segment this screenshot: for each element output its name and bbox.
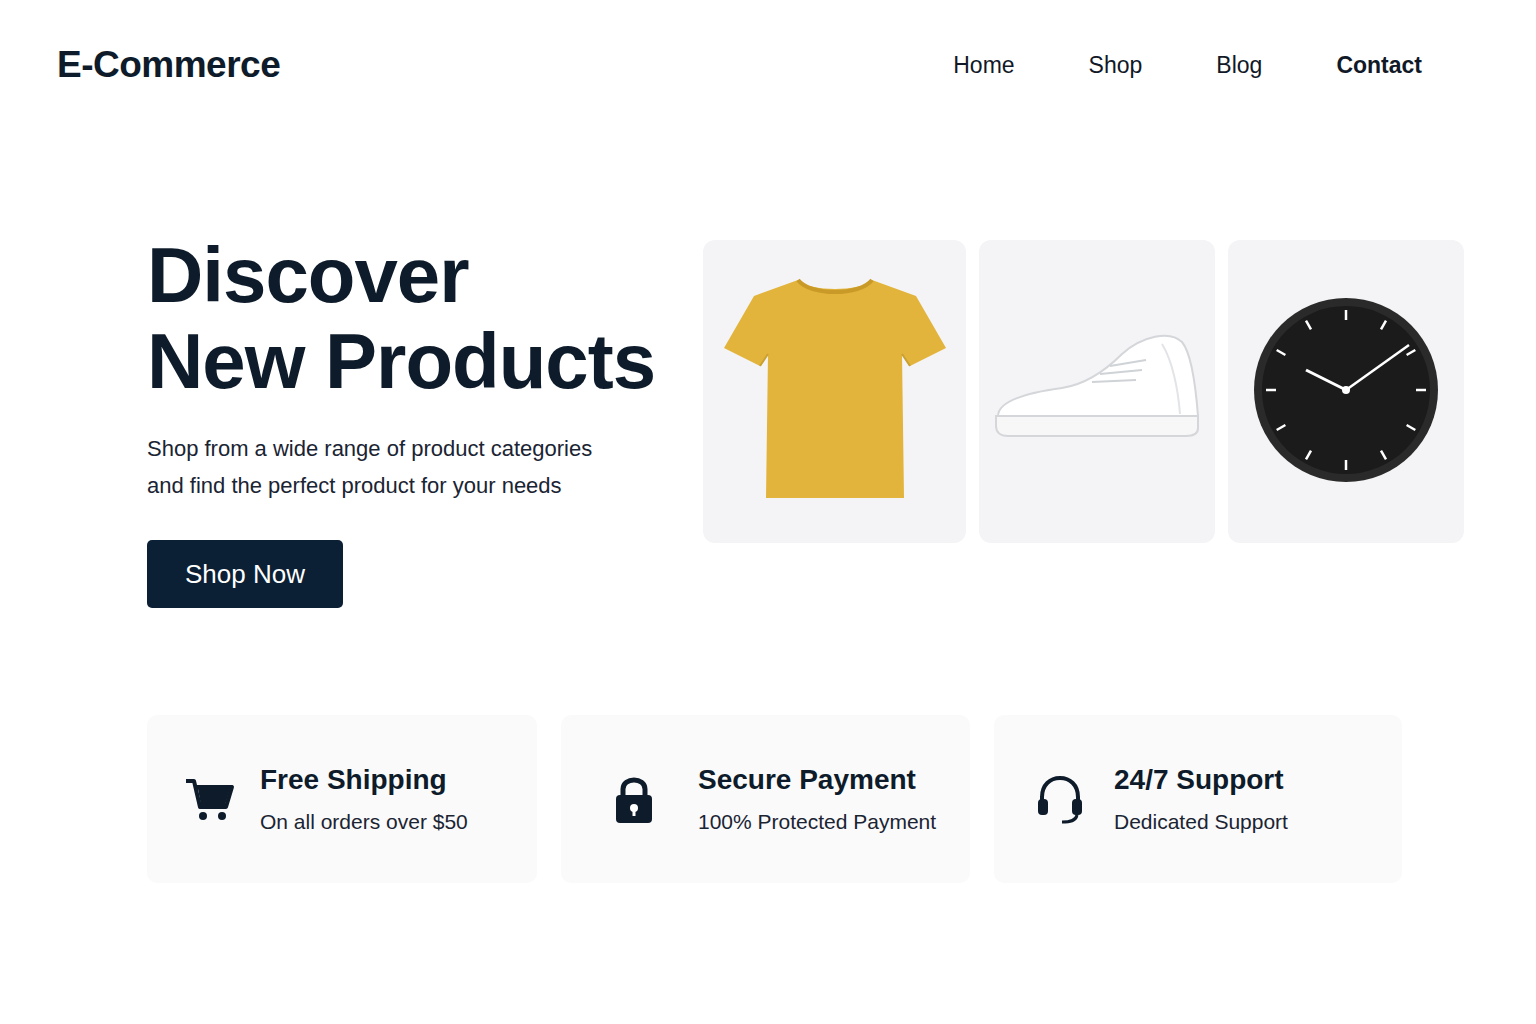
product-card[interactable] xyxy=(979,240,1215,543)
product-card[interactable] xyxy=(703,240,966,543)
headset-icon xyxy=(1034,773,1086,825)
sneaker-image xyxy=(992,330,1202,454)
shop-now-button[interactable]: Shop Now xyxy=(147,540,343,608)
hero-title-line: Discover xyxy=(147,232,703,318)
feature-description: On all orders over $50 xyxy=(260,810,468,834)
feature-card: Free Shipping On all orders over $50 xyxy=(147,715,537,883)
product-card[interactable] xyxy=(1228,240,1464,543)
feature-card: 24/7 Support Dedicated Support xyxy=(994,715,1402,883)
feature-row: Free Shipping On all orders over $50 Secur… xyxy=(0,608,1536,883)
main-nav: Home Shop Blog Contact xyxy=(953,52,1422,79)
feature-card: Secure Payment 100% Protected Payment xyxy=(561,715,970,883)
nav-link[interactable]: Blog xyxy=(1216,52,1262,79)
hero-text: DiscoverNew Products Shop from a wide ran… xyxy=(147,232,703,608)
clock-image xyxy=(1251,295,1441,489)
feature-title: 24/7 Support xyxy=(1114,764,1288,796)
feature-description: 100% Protected Payment xyxy=(698,810,936,834)
hero-title: DiscoverNew Products xyxy=(147,232,703,404)
hero-section: DiscoverNew Products Shop from a wide ran… xyxy=(0,90,1536,608)
feature-text: Secure Payment 100% Protected Payment xyxy=(698,764,936,834)
hero-subtitle-line: and find the perfect product for your ne… xyxy=(147,467,703,504)
hero-subtitle: Shop from a wide range of product catego… xyxy=(147,430,703,504)
hero-subtitle-line: Shop from a wide range of product catego… xyxy=(147,430,703,467)
nav-link[interactable]: Home xyxy=(953,52,1014,79)
logo[interactable]: E-Commerce xyxy=(57,44,280,86)
feature-description: Dedicated Support xyxy=(1114,810,1288,834)
tshirt-image xyxy=(720,270,950,514)
feature-title: Secure Payment xyxy=(698,764,936,796)
product-gallery xyxy=(703,240,1464,543)
lock-icon xyxy=(608,773,660,825)
nav-link[interactable]: Shop xyxy=(1089,52,1143,79)
cart-icon xyxy=(184,773,236,825)
feature-title: Free Shipping xyxy=(260,764,468,796)
top-bar: E-Commerce Home Shop Blog Contact xyxy=(0,0,1536,90)
nav-link[interactable]: Contact xyxy=(1336,52,1422,79)
feature-text: Free Shipping On all orders over $50 xyxy=(260,764,468,834)
feature-text: 24/7 Support Dedicated Support xyxy=(1114,764,1288,834)
hero-title-line: New Products xyxy=(147,318,703,404)
